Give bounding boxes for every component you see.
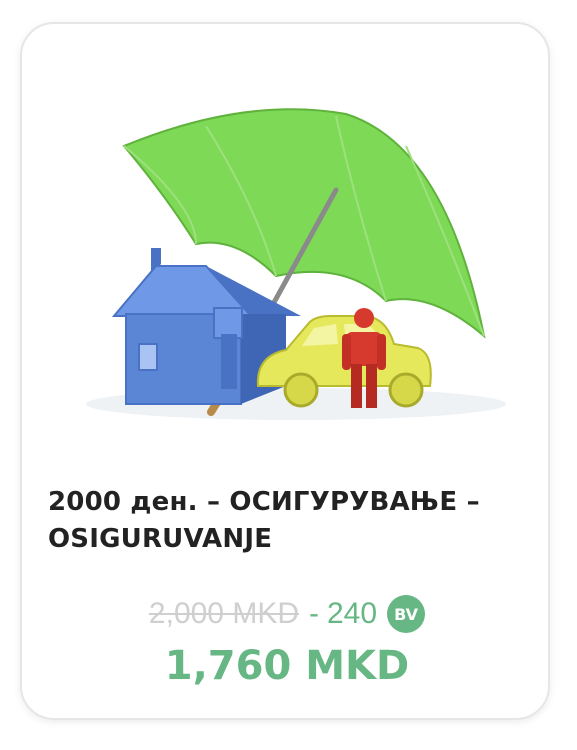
- price-separator: -: [309, 597, 319, 630]
- bv-discount-amount: 240: [327, 597, 378, 630]
- price-breakdown: 2,000 MKD - 240 BV: [22, 594, 552, 634]
- final-price: 1,760 MKD: [164, 643, 410, 689]
- product-image[interactable]: [46, 86, 538, 432]
- original-price: 2,000 MKD: [148, 597, 299, 630]
- product-title[interactable]: 2000 ден. – ОСИГУРУВАЊЕ – OSIGURUVANJE: [48, 484, 528, 558]
- product-card[interactable]: 2000 ден. – ОСИГУРУВАЊЕ – OSIGURUVANJE 2…: [20, 22, 550, 720]
- insurance-illustration: [86, 108, 506, 420]
- bv-badge: BV: [387, 595, 426, 633]
